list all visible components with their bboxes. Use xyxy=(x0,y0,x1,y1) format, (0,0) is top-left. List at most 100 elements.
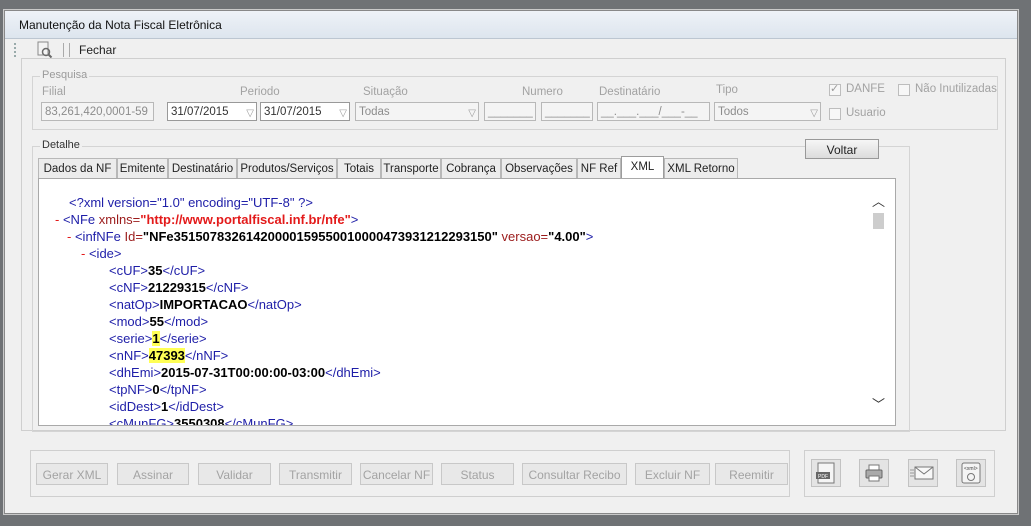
usuario-checkbox[interactable] xyxy=(829,108,841,120)
svg-text:PDF: PDF xyxy=(818,474,828,480)
xml-email-icon: <xml> xyxy=(961,462,981,484)
tab-xml-retorno[interactable]: XML Retorno xyxy=(664,158,738,178)
xml-row: <idDest>1</idDest> xyxy=(109,399,224,414)
close-button[interactable]: Fechar xyxy=(79,43,116,57)
xml-value-highlighted: 1 xyxy=(152,331,160,346)
numero-from-value: _______ xyxy=(488,106,533,118)
reemitir-button[interactable]: Reemitir xyxy=(715,463,788,485)
tab-dados-da-nf[interactable]: Dados da NF xyxy=(38,158,117,178)
consultar-recibo-button[interactable]: Consultar Recibo xyxy=(522,463,627,485)
xml-viewer[interactable]: <?xml version="1.0" encoding="UTF-8" ?> … xyxy=(38,178,896,426)
tab-destinatario[interactable]: Destinatário xyxy=(168,158,237,178)
scrollbar-thumb[interactable] xyxy=(873,213,884,229)
toolbar-grip xyxy=(14,43,18,57)
numero-label: Numero xyxy=(522,86,563,98)
xml-row: <mod>55</mod> xyxy=(109,314,208,329)
status-button[interactable]: Status xyxy=(441,463,514,485)
xml-tag: <cUF> xyxy=(109,263,149,278)
numero-to-field[interactable]: _______ xyxy=(541,102,593,121)
pdf-button[interactable]: PDF xyxy=(811,459,841,487)
xml-tag: <cMunFG> xyxy=(109,416,175,426)
xml-infnfe-line: - <infNFe Id="NFe35150783261420000159550… xyxy=(67,229,593,244)
validar-button[interactable]: Validar xyxy=(198,463,271,485)
print-button[interactable] xyxy=(859,459,889,487)
chevron-down-icon: ▽ xyxy=(468,108,476,119)
xml-tag: </cUF> xyxy=(162,263,206,278)
xml-tag: </tpNF> xyxy=(159,382,207,397)
numero-from-field[interactable]: _______ xyxy=(484,102,536,121)
xml-value: 0 xyxy=(152,382,160,397)
xml-tag: <nNF> xyxy=(109,348,149,363)
nao-inutilizadas-checkbox[interactable] xyxy=(898,84,910,96)
xml-value: 55 xyxy=(149,314,164,329)
xml-nfe-line: - <NFe xmlns="http://www.portalfiscal.in… xyxy=(55,212,358,227)
xml-tag: > xyxy=(350,212,359,227)
tipo-select[interactable]: Todos ▽ xyxy=(714,102,821,121)
xml-attr: Id= xyxy=(120,229,143,244)
usuario-label: Usuario xyxy=(846,107,886,119)
destinatario-value: __.___.___/___-__ xyxy=(601,106,698,118)
xml-row: <nNF>47393</nNF> xyxy=(109,348,228,363)
print-preview-icon[interactable] xyxy=(35,41,53,59)
tab-totais[interactable]: Totais xyxy=(337,158,381,178)
xml-value: 35 xyxy=(148,263,163,278)
periodo-to-value: 31/07/2015 xyxy=(264,106,322,118)
xml-tag: </dhEmi> xyxy=(325,365,381,380)
printer-icon xyxy=(865,464,883,482)
situacao-value: Todas xyxy=(359,106,390,118)
xml-tag: </mod> xyxy=(163,314,209,329)
xml-attr: versao= xyxy=(497,229,549,244)
excluir-nf-button[interactable]: Excluir NF xyxy=(635,463,710,485)
assinar-button[interactable]: Assinar xyxy=(117,463,189,485)
tipo-value: Todos xyxy=(718,106,749,118)
danfe-checkbox[interactable] xyxy=(829,82,841,96)
chevron-down-icon: ▽ xyxy=(810,108,818,119)
xml-row: <natOp>IMPORTACAO</natOp> xyxy=(109,297,302,312)
xml-tag: <NFe xyxy=(62,212,96,227)
voltar-button[interactable]: Voltar xyxy=(805,139,879,159)
numero-to-value: _______ xyxy=(545,106,590,118)
situacao-select[interactable]: Todas ▽ xyxy=(355,102,479,121)
xml-declaration: <?xml version="1.0" encoding="UTF-8" ?> xyxy=(69,195,313,210)
xml-row: <cNF>21229315</cNF> xyxy=(109,280,248,295)
tab-cobranca[interactable]: Cobrança xyxy=(441,158,501,178)
collapse-toggle[interactable]: - xyxy=(67,229,71,244)
filial-label: Filial xyxy=(42,86,66,98)
chevron-down-icon[interactable]: ﹀ xyxy=(872,394,885,413)
xml-tag: <mod> xyxy=(109,314,150,329)
collapse-toggle[interactable]: - xyxy=(81,246,85,261)
destinatario-field[interactable]: __.___.___/___-__ xyxy=(597,102,710,121)
transmitir-button[interactable]: Transmitir xyxy=(279,463,352,485)
periodo-to-picker[interactable]: 31/07/2015 ▽ xyxy=(260,102,350,121)
xml-tag: <natOp> xyxy=(109,297,160,312)
tab-transporte[interactable]: Transporte xyxy=(381,158,441,178)
title-bar: Manutenção da Nota Fiscal Eletrônica xyxy=(5,11,1017,39)
xml-tag: </nNF> xyxy=(184,348,229,363)
filial-value: 83,261,420,0001-59 xyxy=(45,106,148,118)
xml-scrollbar[interactable]: ︿ ﹀ xyxy=(868,191,888,413)
filial-field[interactable]: 83,261,420,0001-59 xyxy=(41,102,154,121)
tab-xml[interactable]: XML xyxy=(621,156,664,179)
xml-attr-value: "4.00" xyxy=(548,229,586,244)
xml-tag: <infNFe xyxy=(74,229,121,244)
pesquisa-legend: Pesquisa xyxy=(40,69,90,81)
xml-row: <tpNF>0</tpNF> xyxy=(109,382,207,397)
tipo-label: Tipo xyxy=(716,84,738,96)
xml-tag: <cNF> xyxy=(109,280,149,295)
svg-text:<xml>: <xml> xyxy=(964,466,978,472)
tab-observacoes[interactable]: Observações xyxy=(501,158,577,178)
tab-emitente[interactable]: Emitente xyxy=(117,158,168,178)
periodo-from-picker[interactable]: 31/07/2015 ▽ xyxy=(167,102,257,121)
xml-email-button[interactable]: <xml> xyxy=(956,459,986,487)
chevron-up-icon[interactable]: ︿ xyxy=(872,191,885,210)
pdf-icon: PDF xyxy=(816,462,835,484)
cancelar-nf-button[interactable]: Cancelar NF xyxy=(360,463,433,485)
xml-attr: xmlns= xyxy=(95,212,141,227)
collapse-toggle[interactable]: - xyxy=(55,212,59,227)
gerar-xml-button[interactable]: Gerar XML xyxy=(36,463,108,485)
tab-produtos-servicos[interactable]: Produtos/Serviços xyxy=(237,158,337,178)
situacao-label: Situação xyxy=(363,86,408,98)
email-button[interactable] xyxy=(908,459,938,487)
tab-nf-ref[interactable]: NF Ref xyxy=(577,158,621,178)
xml-attr-value: "NFe351507832614200001595500100004739312… xyxy=(142,229,498,244)
